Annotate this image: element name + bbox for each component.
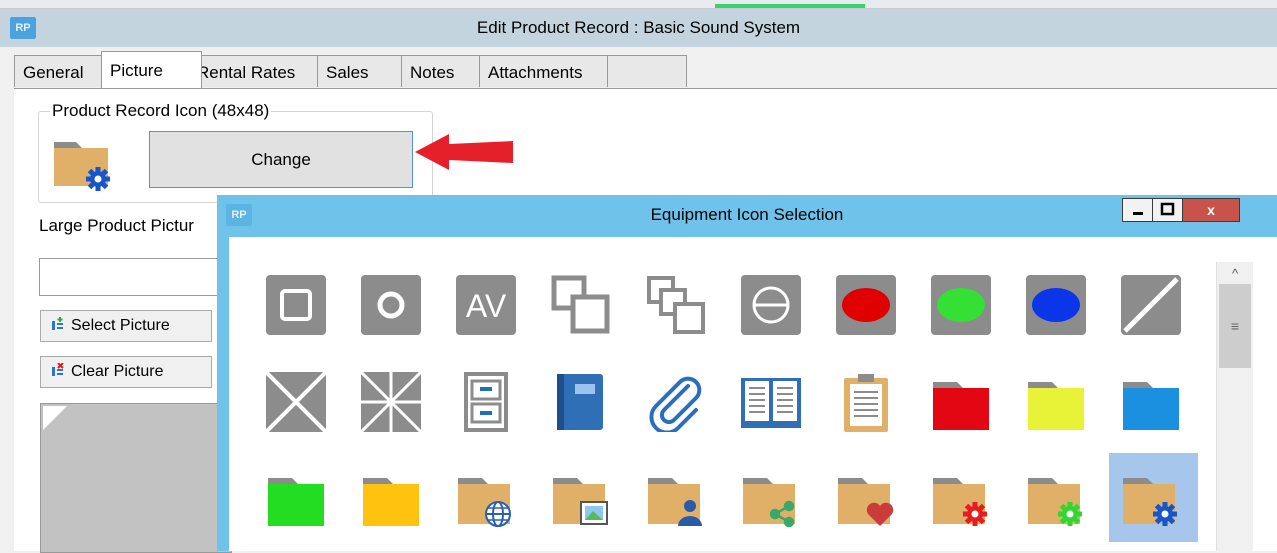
blue-ellipse-icon[interactable] [1026,275,1086,335]
folder-gear-green-icon[interactable] [1026,468,1086,528]
filing-cabinet-icon[interactable] [456,372,516,432]
folder-blue-icon[interactable] [1121,372,1181,432]
record-icon[interactable] [361,275,421,335]
icon-grid-scrollbar[interactable]: ^ ≡ [1216,262,1253,551]
asterisk-box-icon[interactable] [361,372,421,432]
picture-path-input[interactable] [39,258,239,296]
select-picture-button[interactable]: Select Picture [40,310,212,342]
change-icon-button[interactable]: Change [149,131,413,188]
open-book-icon[interactable] [741,372,801,432]
book-icon[interactable] [551,372,611,432]
folder-user-icon[interactable] [646,468,706,528]
svg-text:AV: AV [466,288,507,324]
tab-picture[interactable]: Picture [101,51,202,88]
paperclip-icon[interactable] [646,372,706,432]
square-icon[interactable] [266,275,326,335]
red-ellipse-icon[interactable] [836,275,896,335]
tab-rental-rates[interactable]: Rental Rates [188,55,318,87]
maximize-button[interactable] [1152,198,1183,222]
close-button[interactable]: x [1182,198,1240,222]
background-window-strip [0,0,1277,9]
multi-copy-icon[interactable] [646,275,706,335]
product-icon-group-legend: Product Record Icon (48x48) [50,101,272,121]
tab-notes[interactable]: Notes [401,55,480,87]
folder-share-icon[interactable] [741,468,801,528]
folder-orange-icon[interactable] [361,468,421,528]
window-title: Edit Product Record : Basic Sound System [476,18,801,37]
remove-picture-icon [51,358,65,376]
clear-picture-label: Clear Picture [71,363,164,380]
folder-green-icon[interactable] [266,468,326,528]
folder-gear-red-icon[interactable] [931,468,991,528]
tab-sales[interactable]: Sales [317,55,402,87]
av-icon[interactable]: AV [456,275,516,335]
folder-picture-icon[interactable] [551,468,611,528]
green-ellipse-icon[interactable] [931,275,991,335]
large-picture-label: Large Product Pictur [39,216,194,235]
diagonal-icon[interactable] [1121,275,1181,335]
clipboard-icon[interactable] [836,372,896,432]
clear-picture-button[interactable]: Clear Picture [40,356,212,388]
copy-icon[interactable] [551,275,611,335]
minimize-button[interactable] [1122,198,1153,222]
folder-gear-blue-icon[interactable] [1121,468,1181,528]
scroll-thumb[interactable]: ≡ [1219,284,1251,368]
folder-heart-icon[interactable] [836,468,896,528]
dialog-title: Equipment Icon Selection [650,205,844,224]
x-box-icon[interactable] [266,372,326,432]
tab-general[interactable]: General [14,55,102,87]
tab-empty[interactable] [607,55,687,87]
large-picture-preview [40,403,232,553]
main-title-bar: RP Edit Product Record : Basic Sound Sys… [0,9,1277,47]
folder-red-icon[interactable] [931,372,991,432]
select-picture-label: Select Picture [71,317,170,334]
folder-globe-icon[interactable] [456,468,516,528]
tab-attachments[interactable]: Attachments [479,55,608,87]
red-arrow-icon [415,134,513,170]
folder-yellow-icon[interactable] [1026,372,1086,432]
minus-circle-icon[interactable] [741,275,801,335]
scroll-up-icon[interactable]: ^ [1217,262,1253,284]
folder-gear-blue-icon [52,136,112,197]
add-picture-icon [51,312,65,330]
